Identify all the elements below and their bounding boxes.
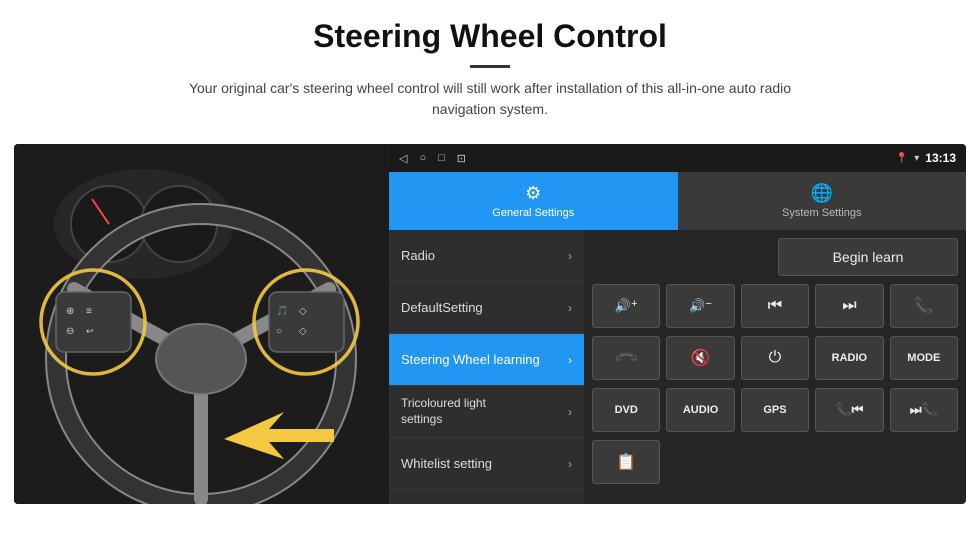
tab-general-label: General Settings xyxy=(492,207,574,219)
menu-item-radio[interactable]: Radio › xyxy=(389,230,584,282)
vol-down-button[interactable]: 🔊− xyxy=(666,284,734,328)
file-icon: 📋 xyxy=(616,452,636,472)
audio-label: AUDIO xyxy=(683,404,718,416)
svg-text:≡: ≡ xyxy=(86,306,92,317)
radio-button[interactable]: RADIO xyxy=(815,336,883,380)
gps-button[interactable]: GPS xyxy=(741,388,809,432)
tab-system-label: System Settings xyxy=(782,207,861,219)
menu-item-tricoloured-label: Tricoloured lightsettings xyxy=(401,396,486,427)
tel-prev-icon: 📞⏮ xyxy=(835,402,863,418)
home-icon[interactable]: ○ xyxy=(419,152,426,164)
call-accept-button[interactable]: 📞 xyxy=(890,284,958,328)
vol-up-button[interactable]: 🔊+ xyxy=(592,284,660,328)
general-settings-icon: ⚙ xyxy=(525,183,541,204)
prev-track-icon: ⏮ xyxy=(768,297,782,315)
radio-label: RADIO xyxy=(832,352,867,364)
menu-item-steering-wheel[interactable]: Steering Wheel learning › xyxy=(389,334,584,386)
tel-next-button[interactable]: ⏭📞 xyxy=(890,388,958,432)
svg-text:↩: ↩ xyxy=(86,326,94,336)
menu-item-default-setting[interactable]: DefaultSetting › xyxy=(389,282,584,334)
system-settings-icon: 🌐 xyxy=(811,183,833,204)
steering-wheel-panel: ⊕ ≡ ⊖ ↩ 🎵 ◇ ○ ◇ xyxy=(14,144,389,504)
menu-item-steering-label: Steering Wheel learning xyxy=(401,352,540,367)
vol-down-icon: 🔊− xyxy=(689,298,712,314)
next-track-button[interactable]: ⏭ xyxy=(815,284,883,328)
call-accept-icon: 📞 xyxy=(914,296,934,316)
begin-learn-row: Begin learn xyxy=(592,238,958,276)
status-bar-right: 📍 ▾ 13:13 xyxy=(896,151,956,165)
page-title: Steering Wheel Control xyxy=(20,18,960,55)
menu-item-radio-label: Radio xyxy=(401,248,435,263)
chevron-icon-tricoloured: › xyxy=(568,405,572,419)
android-panel: ◁ ○ □ ⊡ 📍 ▾ 13:13 ⚙ General Settings 🌐 S… xyxy=(389,144,966,504)
file-button[interactable]: 📋 xyxy=(592,440,660,484)
menu-list: Radio › DefaultSetting › Steering Wheel … xyxy=(389,230,584,504)
svg-text:◇: ◇ xyxy=(299,326,307,337)
recents-icon[interactable]: □ xyxy=(438,152,445,164)
prev-track-button[interactable]: ⏮ xyxy=(741,284,809,328)
location-icon: 📍 xyxy=(896,153,908,164)
audio-button[interactable]: AUDIO xyxy=(666,388,734,432)
menu-item-tricoloured[interactable]: Tricoloured lightsettings › xyxy=(389,386,584,438)
status-bar: ◁ ○ □ ⊡ 📍 ▾ 13:13 xyxy=(389,144,966,172)
tab-system-settings[interactable]: 🌐 System Settings xyxy=(678,172,967,230)
control-row-1: 🔊+ 🔊− ⏮ ⏭ 📞 xyxy=(592,284,958,328)
svg-text:⊕: ⊕ xyxy=(66,306,74,317)
dvd-label: DVD xyxy=(615,404,638,416)
svg-text:○: ○ xyxy=(276,326,282,337)
menu-item-whitelist-label: Whitelist setting xyxy=(401,456,492,471)
page-header: Steering Wheel Control Your original car… xyxy=(0,0,980,130)
call-end-button[interactable]: 📞 xyxy=(592,336,660,380)
chevron-icon-radio: › xyxy=(568,249,572,263)
mode-label: MODE xyxy=(907,352,940,364)
wifi-icon: ▾ xyxy=(914,153,919,164)
chevron-icon-steering: › xyxy=(568,353,572,367)
status-bar-nav: ◁ ○ □ ⊡ xyxy=(399,152,466,165)
clock: 13:13 xyxy=(925,151,956,165)
control-row-4: 📋 xyxy=(592,440,958,484)
gps-label: GPS xyxy=(763,404,786,416)
tab-bar: ⚙ General Settings 🌐 System Settings xyxy=(389,172,966,230)
steering-wheel-image: ⊕ ≡ ⊖ ↩ 🎵 ◇ ○ ◇ xyxy=(14,144,389,504)
tel-prev-button[interactable]: 📞⏮ xyxy=(815,388,883,432)
call-end-icon: 📞 xyxy=(612,344,640,372)
svg-text:⊖: ⊖ xyxy=(66,326,74,337)
chevron-icon-whitelist: › xyxy=(568,457,572,471)
control-row-2: 📞 🔇 ⏻ RADIO MODE xyxy=(592,336,958,380)
menu-item-whitelist[interactable]: Whitelist setting › xyxy=(389,438,584,490)
next-track-icon: ⏭ xyxy=(842,297,856,315)
begin-learn-button[interactable]: Begin learn xyxy=(778,238,958,276)
tel-next-icon: ⏭📞 xyxy=(910,402,938,418)
svg-text:◇: ◇ xyxy=(299,306,307,317)
header-divider xyxy=(470,65,510,68)
settings-area: Radio › DefaultSetting › Steering Wheel … xyxy=(389,230,966,504)
tricoloured-row: Tricoloured lightsettings › xyxy=(401,396,572,427)
chevron-icon-default: › xyxy=(568,301,572,315)
cast-icon[interactable]: ⊡ xyxy=(457,152,466,165)
back-icon[interactable]: ◁ xyxy=(399,152,407,165)
main-content: ⊕ ≡ ⊖ ↩ 🎵 ◇ ○ ◇ ◁ ○ xyxy=(14,144,966,504)
power-button[interactable]: ⏻ xyxy=(741,336,809,380)
vol-up-icon: 🔊+ xyxy=(615,298,638,314)
header-subtitle: Your original car's steering wheel contr… xyxy=(160,78,820,120)
controls-panel: Begin learn 🔊+ 🔊− ⏮ ⏭ xyxy=(584,230,966,504)
power-icon: ⏻ xyxy=(769,349,782,367)
mode-button[interactable]: MODE xyxy=(890,336,958,380)
menu-item-default-label: DefaultSetting xyxy=(401,300,483,315)
dvd-button[interactable]: DVD xyxy=(592,388,660,432)
mute-icon: 🔇 xyxy=(691,348,711,368)
tab-general-settings[interactable]: ⚙ General Settings xyxy=(389,172,678,230)
mute-button[interactable]: 🔇 xyxy=(666,336,734,380)
svg-text:🎵: 🎵 xyxy=(276,305,288,317)
control-row-3: DVD AUDIO GPS 📞⏮ ⏭📞 xyxy=(592,388,958,432)
